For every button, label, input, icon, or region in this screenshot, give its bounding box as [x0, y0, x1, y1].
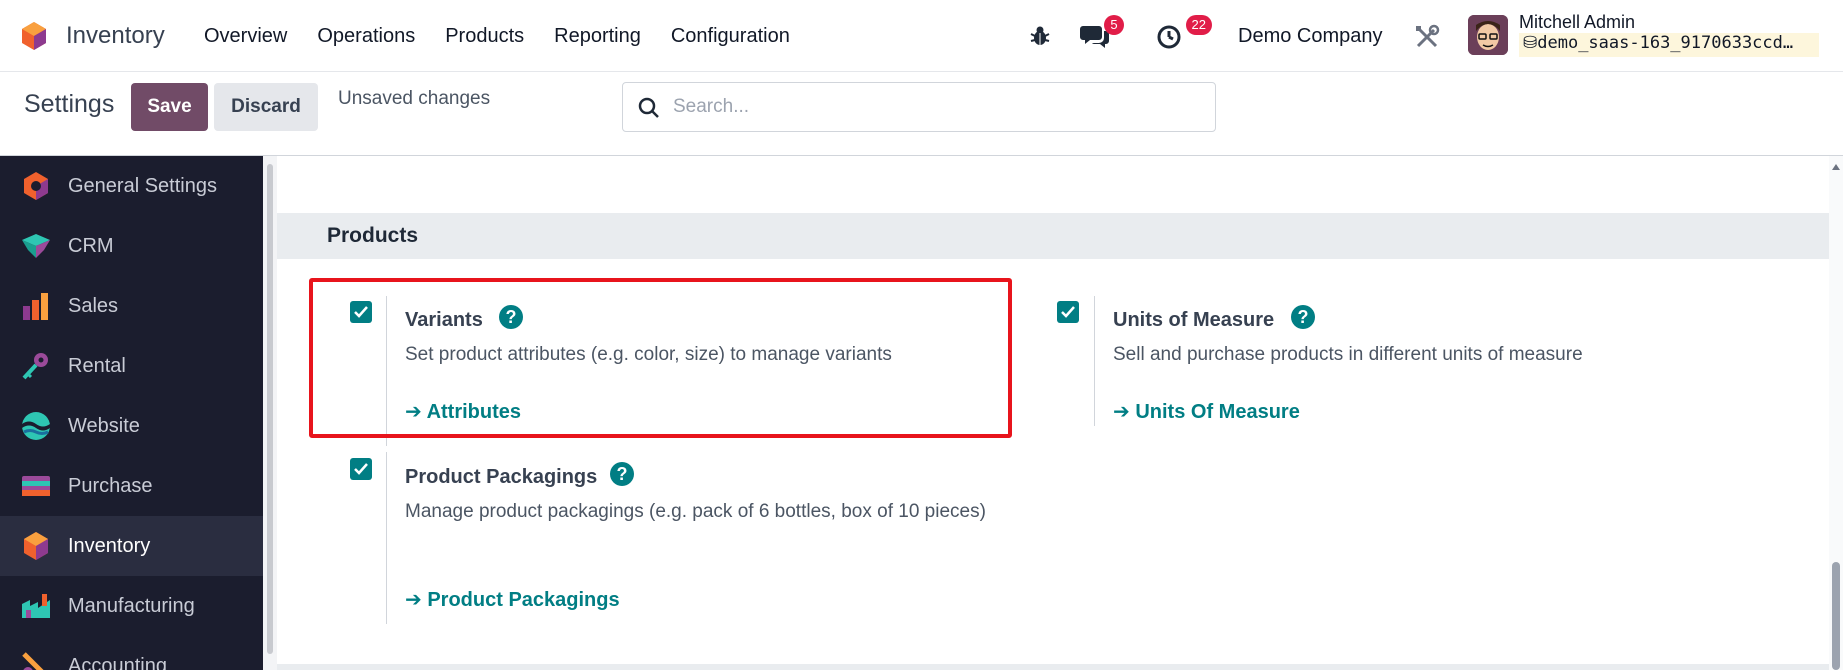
sidebar-item-website[interactable]: Website	[0, 396, 263, 456]
avatar-face-icon	[1468, 15, 1508, 55]
product-packagings-checkbox[interactable]	[350, 458, 372, 480]
product-packagings-description: Manage product packagings (e.g. pack of …	[405, 501, 986, 522]
unsaved-changes-status: Unsaved changes	[338, 88, 491, 109]
arrow-right-icon: ➔	[405, 589, 428, 611]
menu-operations[interactable]: Operations	[317, 25, 415, 48]
checkmark-icon	[1061, 306, 1075, 318]
database-icon: ⛁	[1523, 33, 1538, 53]
arrow-right-icon: ➔	[1113, 401, 1136, 423]
units-of-measure-title: Units of Measure	[1113, 309, 1275, 331]
crm-icon	[22, 234, 50, 258]
search-input[interactable]	[673, 91, 1193, 123]
user-avatar[interactable]	[1468, 15, 1508, 55]
app-name[interactable]: Inventory	[66, 22, 165, 50]
sidebar-item-label: CRM	[68, 234, 114, 257]
purchase-icon	[22, 476, 50, 496]
product-packagings-help-icon[interactable]: ?	[610, 462, 634, 486]
general-settings-icon	[24, 172, 48, 200]
save-button[interactable]: Save	[131, 83, 208, 131]
messages-count-badge: 5	[1104, 15, 1124, 35]
sidebar-item-sales[interactable]: Sales	[0, 276, 263, 336]
main-menu: Overview Operations Products Reporting C…	[204, 25, 790, 48]
variants-checkbox[interactable]	[350, 301, 372, 323]
sidebar-item-label: Purchase	[68, 474, 153, 497]
inventory-app-icon[interactable]	[18, 20, 50, 52]
sidebar-item-inventory[interactable]: Inventory	[0, 516, 263, 576]
sidebar-item-label: Website	[68, 414, 140, 437]
sidebar-item-label: Inventory	[68, 534, 151, 557]
control-panel: Settings Save Discard Unsaved changes	[0, 72, 1843, 156]
sidebar-item-manufacturing[interactable]: Manufacturing	[0, 576, 263, 636]
activities-button[interactable]: 22	[1156, 15, 1212, 50]
messages-button[interactable]: 5	[1080, 15, 1124, 50]
settings-sidebar: General Settings CRM Sales Rental Websit…	[0, 156, 263, 670]
database-name: ⛁demo_saas-163_9170633ccd…	[1519, 33, 1819, 57]
sidebar-item-accounting[interactable]: Accounting	[0, 636, 263, 670]
sidebar-item-purchase[interactable]: Purchase	[0, 456, 263, 516]
sidebar-item-label: Sales	[68, 294, 119, 317]
variants-title: Variants	[405, 309, 483, 331]
sidebar-item-general-settings[interactable]: General Settings	[0, 156, 263, 216]
debug-bug-icon[interactable]	[1028, 22, 1052, 50]
variants-description: Set product attributes (e.g. color, size…	[405, 344, 892, 365]
checkmark-icon	[354, 306, 368, 318]
checkmark-icon	[354, 463, 368, 475]
section-header: Products	[277, 213, 1829, 259]
clock-icon	[1157, 25, 1181, 49]
sidebar-item-label: Manufacturing	[68, 594, 195, 617]
sidebar-scroll-thumb[interactable]	[267, 164, 273, 654]
sidebar-item-rental[interactable]: Rental	[0, 336, 263, 396]
user-name[interactable]: Mitchell Admin	[1519, 12, 1635, 33]
database-label: demo_saas-163_9170633ccd…	[1537, 33, 1794, 53]
inventory-icon	[24, 532, 48, 560]
divider	[386, 296, 387, 446]
sidebar-scrollbar[interactable]	[263, 156, 277, 670]
units-of-measure-description: Sell and purchase products in different …	[1113, 344, 1583, 365]
tools-icon[interactable]	[1414, 24, 1440, 50]
sales-icon	[23, 293, 48, 320]
menu-reporting[interactable]: Reporting	[554, 25, 641, 48]
units-of-measure-help-icon[interactable]: ?	[1291, 305, 1315, 329]
menu-configuration[interactable]: Configuration	[671, 25, 790, 48]
variants-help-icon[interactable]: ?	[499, 305, 523, 329]
sidebar-item-crm[interactable]: CRM	[0, 216, 263, 276]
menu-products[interactable]: Products	[445, 25, 524, 48]
product-packagings-title: Product Packagings	[405, 466, 598, 488]
manufacturing-icon	[22, 594, 50, 618]
page-title: Settings	[24, 90, 115, 118]
sidebar-item-label: Accounting	[68, 654, 167, 670]
sidebar-item-label: Rental	[68, 354, 126, 377]
arrow-right-icon: ➔	[405, 401, 427, 423]
search-box[interactable]	[622, 82, 1216, 132]
section-title: Products	[327, 224, 419, 247]
settings-content: Products Variants ? Set product attribut…	[277, 156, 1829, 670]
product-packagings-link[interactable]: ➔ Product Packagings	[405, 587, 620, 612]
section-footer	[277, 664, 1829, 670]
activities-count-badge: 22	[1185, 15, 1212, 35]
content-scrollbar[interactable]	[1829, 156, 1843, 670]
sidebar-item-label: General Settings	[68, 174, 217, 197]
menu-overview[interactable]: Overview	[204, 25, 287, 48]
content-scroll-thumb[interactable]	[1832, 562, 1840, 670]
units-of-measure-link[interactable]: ➔ Units Of Measure	[1113, 399, 1300, 424]
accounting-icon	[22, 652, 44, 670]
units-of-measure-checkbox[interactable]	[1057, 301, 1079, 323]
attributes-link[interactable]: ➔ Attributes	[405, 399, 521, 424]
divider	[386, 452, 387, 624]
company-switcher[interactable]: Demo Company	[1238, 25, 1383, 48]
search-icon	[638, 97, 659, 118]
top-navbar: Inventory Overview Operations Products R…	[0, 0, 1843, 72]
discard-button[interactable]: Discard	[214, 83, 318, 131]
website-icon	[22, 412, 50, 440]
scroll-up-icon[interactable]	[1832, 164, 1840, 170]
rental-key-icon	[22, 353, 48, 380]
divider	[1094, 296, 1095, 426]
